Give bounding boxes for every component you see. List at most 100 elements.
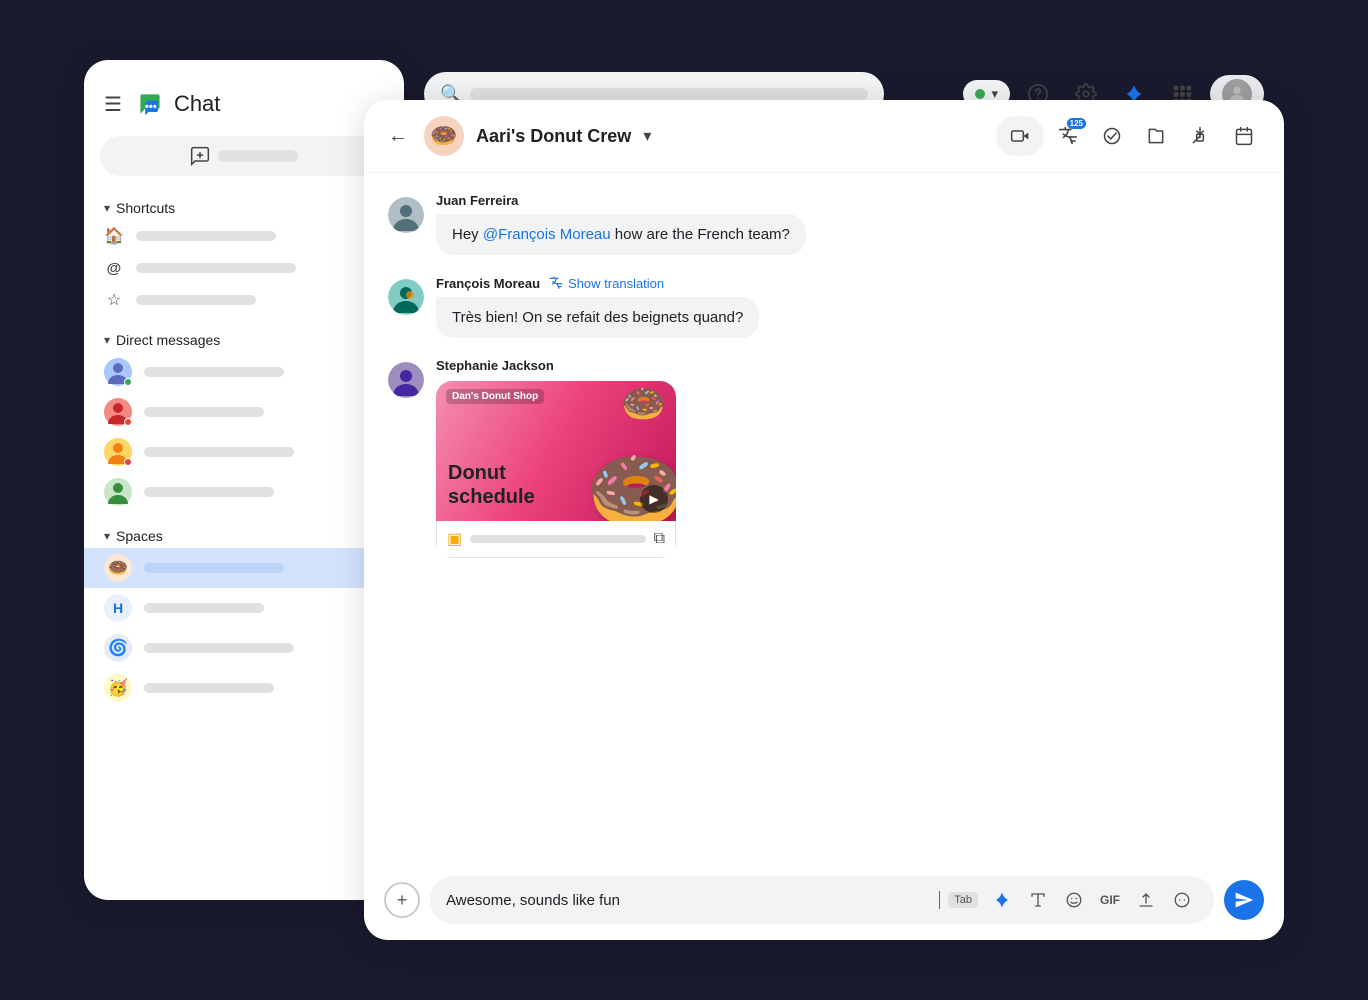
dm-name-3	[144, 447, 294, 457]
mentions-icon: @	[104, 258, 124, 278]
space-name-4	[144, 683, 274, 693]
msg-text-after-mention: how are the French team?	[611, 226, 790, 243]
sidebar-space-2[interactable]: H	[84, 588, 404, 628]
translate-button[interactable]: 125	[1048, 116, 1088, 156]
space-name-2	[144, 603, 264, 613]
avatar-juan	[388, 197, 424, 233]
sidebar-header: ☰ Chat	[84, 80, 404, 136]
gif-button[interactable]: GIF	[1094, 884, 1126, 916]
sender-juan: Juan Ferreira	[436, 193, 518, 208]
app-logo: Chat	[134, 88, 220, 120]
msg-content-juan: Juan Ferreira Hey @François Moreau how a…	[436, 193, 1260, 255]
donut-card-image: Dan's Donut Shop Donut schedule 🍩 🍩 ▶	[436, 381, 676, 521]
shop-label: Dan's Donut Shop	[446, 389, 544, 404]
shortcuts-chevron: ▾	[104, 201, 110, 215]
shortcuts-label: Shortcuts	[116, 200, 175, 216]
dm-section-header[interactable]: ▾ Direct messages	[84, 324, 404, 352]
dm-name-4	[144, 487, 274, 497]
play-button[interactable]: ▶	[640, 485, 668, 513]
card-footer-bar	[470, 535, 645, 543]
format-text-button[interactable]	[1022, 884, 1054, 916]
spaces-chevron: ▾	[104, 529, 110, 543]
msg-header-juan: Juan Ferreira	[436, 193, 1260, 208]
new-chat-label	[218, 150, 298, 162]
status-dot-2	[124, 418, 132, 426]
search-input-placeholder	[470, 88, 868, 100]
spaces-section-header[interactable]: ▾ Spaces	[84, 520, 404, 548]
upload-button[interactable]	[1130, 884, 1162, 916]
back-button[interactable]: ←	[384, 121, 412, 152]
more-input-button[interactable]	[1166, 884, 1198, 916]
files-button[interactable]	[1136, 116, 1176, 156]
sidebar-space-3[interactable]: 🌀	[84, 628, 404, 668]
donut-card-container: Dan's Donut Shop Donut schedule 🍩 🍩 ▶	[436, 381, 1260, 558]
message-input-text: Awesome, sounds like fun	[446, 892, 931, 909]
new-chat-button[interactable]	[100, 136, 388, 176]
cursor	[939, 891, 940, 909]
msg-text-francois: Très bien! On se refait des beignets qua…	[452, 309, 743, 326]
starred-icon: ☆	[104, 290, 124, 310]
group-avatar: 🍩	[424, 116, 464, 156]
avatar-francois	[388, 279, 424, 315]
sender-francois: François Moreau	[436, 276, 540, 291]
copy-button[interactable]: ⧉	[654, 530, 665, 548]
msg-text-before-mention: Hey	[452, 226, 483, 243]
message-francois: François Moreau Show translation Très bi…	[388, 275, 1260, 338]
menu-button[interactable]: ☰	[104, 92, 122, 117]
sidebar-dm-4[interactable]	[84, 472, 404, 512]
group-name-chevron[interactable]: ▾	[643, 126, 651, 146]
send-button[interactable]	[1224, 880, 1264, 920]
active-status-dot	[975, 89, 985, 99]
chat-header: ← 🍩 Aari's Donut Crew ▾ 125	[364, 100, 1284, 173]
emoji-button[interactable]	[1058, 884, 1090, 916]
message-stephanie: Stephanie Jackson Dan's Donut Shop Donut…	[388, 358, 1260, 558]
dm-label: Direct messages	[116, 332, 220, 348]
sidebar-item-home[interactable]: 🏠	[84, 220, 404, 252]
sidebar-dm-1[interactable]	[84, 352, 404, 392]
msg-header-stephanie: Stephanie Jackson	[436, 358, 1260, 373]
chat-panel: ← 🍩 Aari's Donut Crew ▾ 125	[364, 100, 1284, 940]
input-actions: GIF	[986, 884, 1198, 916]
message-input-box[interactable]: Awesome, sounds like fun Tab GIF	[430, 876, 1214, 924]
input-area: + Awesome, sounds like fun Tab GIF	[364, 860, 1284, 940]
sidebar-item-mentions[interactable]: @	[84, 252, 404, 284]
tasks-button[interactable]	[1092, 116, 1132, 156]
sidebar: ☰ Chat ▾	[84, 60, 404, 900]
sidebar-item-starred[interactable]: ☆	[84, 284, 404, 316]
msg-content-francois: François Moreau Show translation Très bi…	[436, 275, 1260, 338]
sidebar-space-4[interactable]: 🥳	[84, 668, 404, 708]
messages-area: Juan Ferreira Hey @François Moreau how a…	[364, 173, 1284, 860]
mention-francois[interactable]: @François Moreau	[483, 226, 611, 243]
shortcuts-section-header[interactable]: ▾ Shortcuts	[84, 192, 404, 220]
video-call-button[interactable]	[996, 116, 1044, 156]
add-attachment-button[interactable]: +	[384, 882, 420, 918]
donut-small-visual: 🍩	[621, 386, 666, 422]
message-juan: Juan Ferreira Hey @François Moreau how a…	[388, 193, 1260, 255]
show-translation-button[interactable]: Show translation	[548, 275, 664, 291]
donut-card[interactable]: Dan's Donut Shop Donut schedule 🍩 🍩 ▶	[436, 381, 676, 558]
card-footer-icon: ▣	[447, 529, 462, 549]
dm-avatar-4	[104, 478, 132, 506]
header-actions: 125	[996, 116, 1264, 156]
status-dot-3	[124, 458, 132, 466]
sidebar-space-1[interactable]: 🍩	[84, 548, 392, 588]
gemini-input-button[interactable]	[986, 884, 1018, 916]
card-title: Donut schedule	[448, 461, 535, 509]
dm-avatar-2	[104, 398, 132, 426]
calendar-button[interactable]	[1224, 116, 1264, 156]
msg-header-francois: François Moreau Show translation	[436, 275, 1260, 291]
avatar-stephanie	[388, 362, 424, 398]
spaces-label: Spaces	[116, 528, 163, 544]
msg-bubble-juan: Hey @François Moreau how are the French …	[436, 214, 806, 255]
sidebar-dm-2[interactable]	[84, 392, 404, 432]
sidebar-dm-3[interactable]	[84, 432, 404, 472]
translate-badge: 125	[1067, 118, 1086, 129]
space-name-1	[144, 563, 284, 573]
group-name: Aari's Donut Crew	[476, 126, 631, 147]
sender-stephanie: Stephanie Jackson	[436, 358, 554, 373]
space-party-icon: 🥳	[104, 674, 132, 702]
pinned-button[interactable]	[1180, 116, 1220, 156]
home-label	[136, 231, 276, 241]
space-donut-icon: 🍩	[104, 554, 132, 582]
status-dot-1	[124, 378, 132, 386]
